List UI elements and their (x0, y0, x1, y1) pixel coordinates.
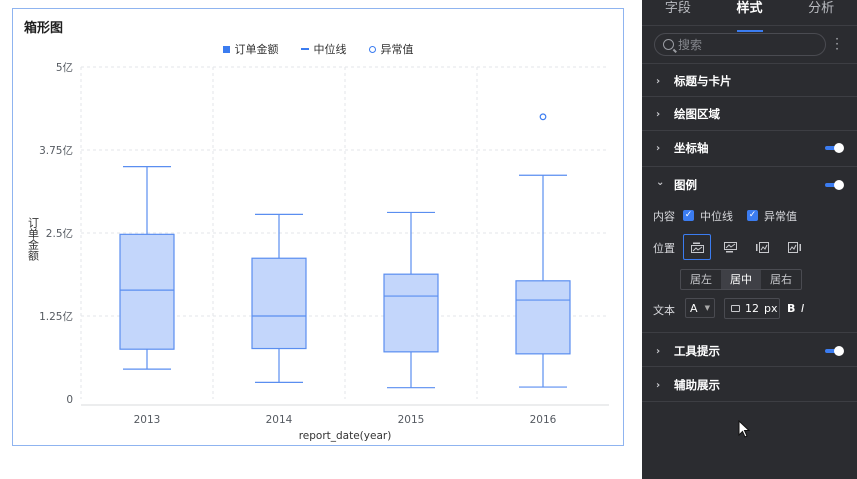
font-color-select[interactable]: A ▼ (685, 298, 715, 318)
checkbox-outlier-label: 异常值 (764, 210, 797, 223)
legend-text-label: 文本 (653, 304, 675, 317)
section-aux-label: 辅助展示 (674, 378, 720, 392)
legend-position-label: 位置 (653, 242, 675, 255)
section-legend-head[interactable]: ⌄ 图例 (656, 177, 697, 193)
chevron-right-icon: › (656, 142, 661, 154)
position-right-button[interactable] (780, 234, 808, 260)
position-top-button[interactable] (683, 234, 711, 260)
section-aux[interactable]: › 辅助展示 (642, 366, 857, 402)
section-title-card-head: › 标题与卡片 (656, 73, 732, 89)
legend-align-segment: 居左 居中 居右 (680, 269, 802, 290)
section-tooltip-label: 工具提示 (674, 344, 720, 358)
mouse-cursor-icon (738, 420, 751, 438)
tooltip-toggle[interactable] (825, 346, 844, 356)
section-axis[interactable]: › 坐标轴 (642, 130, 857, 166)
search-placeholder: 搜索 (678, 38, 703, 52)
search-icon (663, 39, 674, 50)
box-rect (251, 257, 307, 350)
section-plot-area-head: › 绘图区域 (656, 106, 720, 122)
chevron-right-icon: › (656, 75, 661, 87)
chart-card[interactable]: 箱形图 订单金额 中位线 异常值 0 1.25亿 2.5亿 3.75亿 5亿 2013 20… (12, 8, 624, 446)
section-title-card-label: 标题与卡片 (674, 74, 732, 88)
x-tick-label: 2015 (398, 414, 425, 426)
axis-toggle[interactable] (825, 143, 844, 153)
section-axis-label: 坐标轴 (674, 141, 709, 155)
y-tick-label: 5亿 (56, 61, 73, 74)
more-options-icon[interactable]: · · · (835, 33, 839, 55)
font-size-unit: px (764, 302, 778, 315)
y-tick-label: 1.25亿 (39, 310, 73, 323)
align-right-button[interactable]: 居右 (761, 270, 801, 289)
checkbox-outlier[interactable]: ✓ (747, 210, 758, 221)
legend-toggle[interactable] (825, 180, 844, 190)
chevron-right-icon: › (656, 345, 661, 357)
y-tick-label: 2.5亿 (46, 227, 73, 240)
checkbox-median[interactable]: ✓ (683, 210, 694, 221)
font-letter: A (690, 301, 698, 315)
legend-content-label: 内容 (653, 210, 675, 223)
checkbox-median-label: 中位线 (700, 210, 733, 223)
position-bottom-icon (723, 241, 737, 252)
y-axis-title: 订单金额 (27, 217, 40, 262)
italic-button[interactable]: I (801, 302, 804, 315)
position-left-button[interactable] (748, 234, 776, 260)
section-axis-head: › 坐标轴 (656, 140, 709, 156)
x-axis-title: report_date(year) (299, 430, 392, 442)
x-tick-label: 2013 (134, 414, 161, 426)
position-right-icon (787, 241, 801, 253)
position-top-icon (690, 242, 704, 253)
section-title-card[interactable]: › 标题与卡片 (642, 63, 857, 95)
box-rect (119, 233, 175, 350)
monitor-icon (731, 305, 740, 312)
chevron-right-icon: › (656, 108, 661, 120)
section-plot-area-label: 绘图区域 (674, 107, 720, 121)
section-aux-head: › 辅助展示 (656, 377, 720, 393)
align-left-button[interactable]: 居左 (681, 270, 721, 289)
app-root: { "chart": { "title": "箱形图", "legend": {… (0, 0, 857, 479)
section-legend-label: 图例 (674, 178, 697, 192)
position-bottom-button[interactable] (716, 234, 744, 260)
tab-analysis[interactable]: 分析 (785, 0, 857, 25)
search-input[interactable]: 搜索 (654, 33, 826, 56)
section-plot-area[interactable]: › 绘图区域 (642, 96, 857, 130)
y-tick-label: 3.75亿 (39, 144, 73, 157)
chevron-down-icon: ⌄ (656, 176, 665, 188)
font-size-input[interactable]: 12 px (724, 298, 780, 319)
tab-fields[interactable]: 字段 (642, 0, 714, 25)
box-rect (383, 273, 439, 353)
box-plot: 0 1.25亿 2.5亿 3.75亿 5亿 2013 2014 2015 2016 report_… (27, 61, 609, 442)
section-tooltip-head: › 工具提示 (656, 343, 720, 359)
box-rect (515, 280, 571, 355)
bold-button[interactable]: B (787, 302, 795, 315)
chevron-right-icon: › (656, 379, 661, 391)
font-size-value: 12 (745, 302, 759, 315)
panel-tabs: 字段 样式 分析 (642, 0, 857, 32)
outlier-point (539, 113, 547, 121)
style-panel: 字段 样式 分析 搜索 · · · › 标题与卡片 › 绘图区域 › 坐标轴 ⌄… (642, 0, 857, 479)
x-tick-label: 2014 (266, 414, 293, 426)
align-center-button[interactable]: 居中 (721, 270, 761, 289)
y-tick-label: 0 (66, 394, 73, 406)
position-left-icon (755, 241, 769, 253)
x-tick-label: 2016 (530, 414, 557, 426)
dropdown-caret-icon: ▼ (704, 304, 710, 312)
tab-style[interactable]: 样式 (714, 0, 786, 32)
section-tooltip[interactable]: › 工具提示 (642, 332, 857, 366)
